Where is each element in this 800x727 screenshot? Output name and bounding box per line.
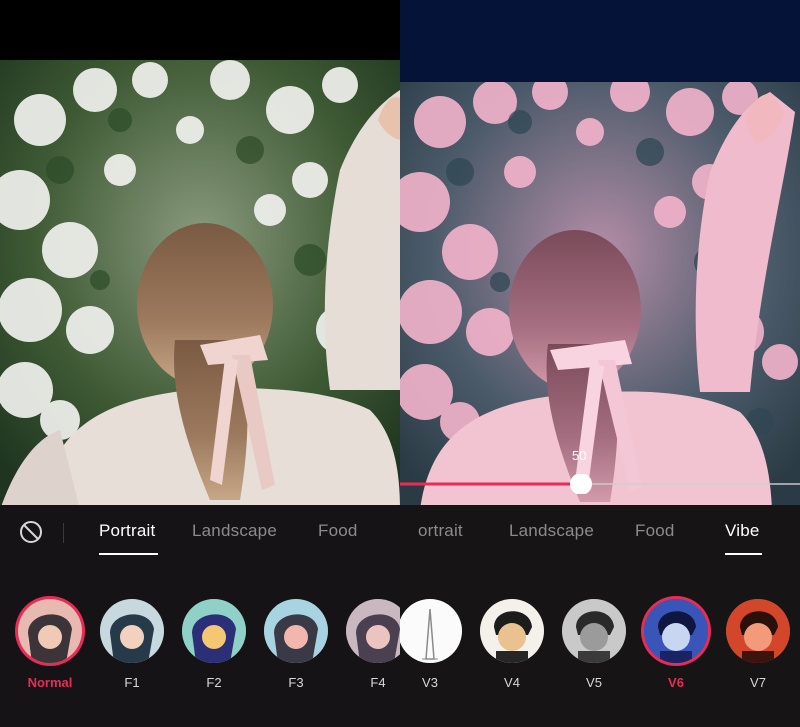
filter-label: V5 [586, 675, 602, 690]
filter-label: V7 [750, 675, 766, 690]
filter-item-f4[interactable]: F4 [346, 599, 400, 690]
photo-scene [0, 60, 400, 510]
filter-intensity-slider[interactable] [400, 473, 800, 495]
filter-item-normal[interactable]: Normal [18, 599, 84, 690]
filter-label: F2 [206, 675, 222, 690]
filter-label: Normal [27, 675, 73, 690]
filter-thumbnail [182, 599, 246, 663]
filter-item-f1[interactable]: F1 [100, 599, 166, 690]
filter-thumbnail [480, 599, 544, 663]
filter-label: V3 [422, 675, 438, 690]
screen-left: Portrait Landscape Food Normal F1 F2 F3 … [0, 0, 400, 727]
filter-item-f3[interactable]: F3 [264, 599, 330, 690]
tab-landscape[interactable]: Landscape [192, 521, 277, 541]
slider-handle[interactable] [570, 473, 592, 495]
filter-thumbnail [644, 599, 708, 663]
filter-label: F3 [288, 675, 304, 690]
prohibited-circle-icon[interactable] [19, 520, 43, 544]
filter-item-v5[interactable]: V5 [562, 599, 628, 690]
screen-right: 50 ortrait Landscape Food Vibe V3 V4 V5 … [400, 0, 800, 727]
tab-portrait[interactable]: Portrait [99, 521, 155, 541]
filter-category-tabs: ortrait Landscape Food Vibe [400, 505, 800, 557]
filter-label: F1 [124, 675, 140, 690]
photo-scene [400, 82, 800, 510]
filter-thumbnail [18, 599, 82, 663]
filter-panel: ortrait Landscape Food Vibe V3 V4 V5 V6 … [400, 505, 800, 727]
filter-item-f2[interactable]: F2 [182, 599, 248, 690]
filter-panel: Portrait Landscape Food Normal F1 F2 F3 … [0, 505, 400, 727]
top-bar [400, 0, 800, 82]
top-bar [0, 0, 400, 60]
photo-preview-original[interactable] [0, 60, 400, 510]
tab-food[interactable]: Food [318, 521, 358, 541]
tab-portrait[interactable]: ortrait [418, 521, 463, 541]
filter-item-v6[interactable]: V6 [644, 599, 710, 690]
tab-food[interactable]: Food [635, 521, 675, 541]
filter-thumbnail [346, 599, 400, 663]
tabs-divider [63, 523, 64, 543]
filter-thumbnail [400, 599, 462, 663]
photo-preview-filtered[interactable] [400, 82, 800, 510]
tab-vibe[interactable]: Vibe [725, 521, 760, 541]
filter-label: V6 [668, 675, 684, 690]
slider-value-label: 50 [572, 448, 587, 463]
filter-thumbnail [726, 599, 790, 663]
active-tab-indicator [725, 553, 762, 555]
filter-item-v4[interactable]: V4 [480, 599, 546, 690]
tab-landscape[interactable]: Landscape [509, 521, 594, 541]
filter-category-tabs: Portrait Landscape Food [0, 505, 400, 557]
filter-thumbnail [264, 599, 328, 663]
filter-item-v7[interactable]: V7 [726, 599, 792, 690]
filter-thumbnail [562, 599, 626, 663]
filter-thumbnail [100, 599, 164, 663]
filter-label: V4 [504, 675, 520, 690]
filter-item-v3[interactable]: V3 [400, 599, 464, 690]
filter-label: F4 [370, 675, 386, 690]
active-tab-indicator [99, 553, 158, 555]
